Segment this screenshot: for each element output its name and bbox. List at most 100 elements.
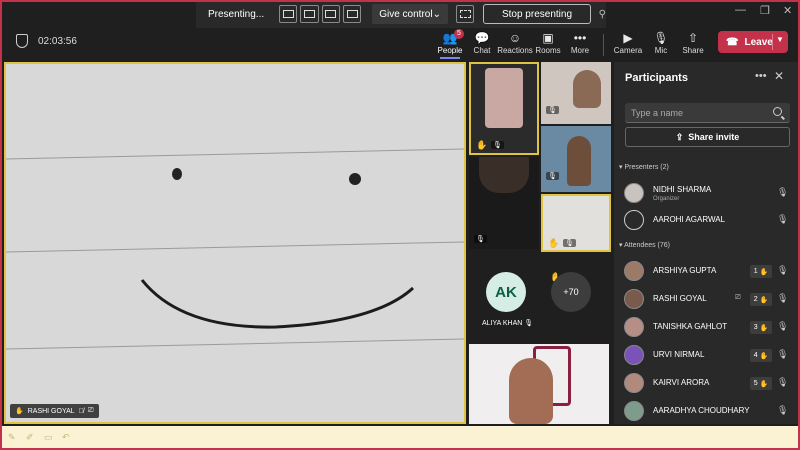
video-tile[interactable]: 🎙 [469,157,539,249]
participant-row[interactable]: NIDHI SHARMA Organizer 🎙 [624,183,794,205]
participant-video [485,68,523,128]
raised-hand-badge: 5 ✋ [750,377,772,390]
close-window-icon[interactable]: ✕ [783,4,792,17]
undo-icon[interactable]: ↶ [62,432,70,443]
presenting-bar: Presenting... Give control ⌄ Stop presen… [196,0,606,28]
more-button[interactable]: ••• More [560,30,600,55]
mic-off-icon: 🎙̸ [78,407,84,415]
mic-off-icon: 🎙 [524,320,534,327]
mic-off-icon: 🎙 [474,235,487,243]
avatar [624,289,644,309]
share-icon: ⇧ [687,31,699,45]
participant-role: Organizer [653,196,680,202]
close-icon[interactable]: ✕ [774,69,784,83]
participant-row[interactable]: ARSHIYA GUPTA 1 ✋ 🎙 [624,261,794,283]
participant-name-tag: ALIYA KHAN 🎙 [482,319,533,327]
mic-off-icon: 🎙 [491,141,504,149]
mic-icon: 🎙 [777,187,789,197]
include-audio-button[interactable] [455,5,475,23]
more-options-icon[interactable]: ••• [755,70,767,82]
layout-reporter-button[interactable] [342,5,362,23]
layout-icon [282,10,294,18]
hand-order: 5 [753,380,758,387]
avatar [624,261,644,281]
participant-name: ARSHIYA GUPTA [653,266,717,275]
search-input[interactable] [625,103,755,123]
raised-hand-icon: ✋ [476,140,488,150]
pen-icon[interactable]: ✎ [8,432,16,443]
participant-row[interactable]: TANISHKA GAHLOT 3 ✋ 🎙 [624,317,794,339]
participant-video [573,70,601,108]
layout-icon [346,10,358,18]
participant-name: AARADHYA CHOUDHARY [653,406,750,415]
chevron-down-icon: ⌄ [432,8,441,20]
highlighter-icon[interactable]: ✐ [26,432,34,443]
stop-presenting-button[interactable]: Stop presenting [483,4,591,24]
minimize-icon[interactable]: — [735,4,746,16]
give-control-dropdown[interactable]: Give control ⌄ [372,4,448,24]
avatar[interactable]: AK [486,272,526,312]
mic-off-icon: 🎙 [777,349,789,359]
participant-name: ALIYA KHAN [482,320,523,327]
leave-label: Leave [744,36,773,48]
layout-content-only-button[interactable] [278,5,298,23]
layout-icon [325,10,337,18]
layout-standout-button[interactable] [300,5,319,23]
participant-video [509,358,553,424]
participant-row[interactable]: RASHI GOYAL ⎚ 2 ✋ 🎙 [624,289,794,311]
raised-hand-badge: 3 ✋ [750,321,772,334]
participant-row[interactable]: AARADHYA CHOUDHARY 🎙 [624,401,794,423]
share-invite-button[interactable]: ⇪ Share invite [625,127,790,147]
layout-side-by-side-button[interactable] [321,5,340,23]
presenting-status: Presenting... [208,8,265,20]
pin-icon[interactable]: ⚲ [599,9,606,20]
share-button[interactable]: ⇧ Share [673,30,713,55]
leave-button[interactable]: ☎ Leave ▼ [718,31,788,53]
more-label: More [570,46,590,55]
give-control-label: Give control [379,8,433,20]
panel-title: Participants [625,72,688,84]
participant-name: KAIRVI ARORA [653,378,710,387]
screen-share-icon: ⎚ [735,294,741,301]
layout-icon [303,10,315,18]
more-icon: ••• [573,31,587,45]
search-icon[interactable] [773,107,782,116]
active-indicator [440,57,460,59]
video-tile[interactable]: 🎙 [541,126,611,192]
raised-hand-badge: 4 ✋ [750,349,772,362]
presenters-section-header[interactable]: ▾ Presenters (2) [619,163,669,171]
mic-off-icon: 🎙 [777,321,789,331]
participant-video [479,157,529,193]
participant-name: URVI NIRMAL [653,350,705,359]
avatar [624,210,644,230]
hand-order: 1 [753,268,758,275]
hand-order: 2 [753,296,758,303]
mic-off-icon: 🎙 [777,405,789,415]
chevron-down-icon[interactable]: ▼ [776,35,784,44]
video-tile[interactable] [469,344,609,424]
mic-off-icon: 🎙 [777,214,789,224]
raised-hand-icon: ✋ [15,408,24,415]
screen-share-icon: ⎚ [87,407,94,414]
meeting-toolbar: 02:03:56 👥 5 People 💬 Chat ☺ Reactions ▣… [0,28,800,60]
presenter-name-tag: ✋ RASHI GOYAL 🎙̸ ⎚ [10,404,99,418]
participant-row[interactable]: URVI NIRMAL 4 ✋ 🎙 [624,345,794,367]
attendees-section-header[interactable]: ▾ Attendees (76) [619,241,670,249]
participant-row[interactable]: KAIRVI ARORA 5 ✋ 🎙 [624,373,794,395]
video-tile[interactable]: ✋ 🎙 [469,62,539,155]
presenters-header: Presenters (2) [624,164,669,171]
video-tile[interactable]: ✋ 🎙 [541,194,611,252]
participant-row[interactable]: AAROHI AGARWAL 🎙 [624,210,794,232]
more-participants-button[interactable]: +70 [551,272,591,312]
mic-off-icon: 🎙 [546,106,559,114]
search-field[interactable] [625,103,790,123]
raised-hand-badge: 2 ✋ [750,293,772,306]
video-tile[interactable]: 🎙 [541,62,611,124]
mic-off-icon: 🎙 [546,172,559,180]
leave-divider [772,34,773,50]
attendees-header: Attendees (76) [624,242,670,249]
restore-icon[interactable]: ❐ [760,4,770,17]
mic-off-icon: 🎙 [563,239,576,247]
eraser-icon[interactable]: ▭ [44,432,53,443]
avatar [624,345,644,365]
